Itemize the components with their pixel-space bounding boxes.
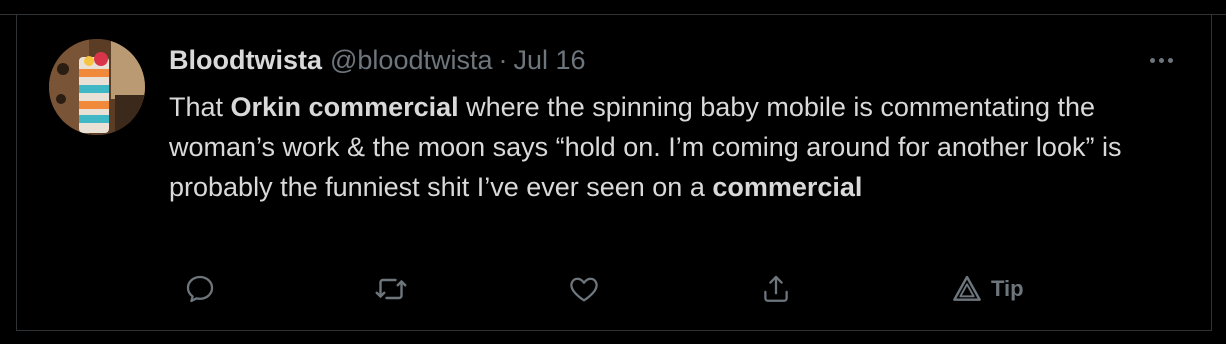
like-button[interactable] (567, 269, 601, 309)
tip-label: Tip (991, 276, 1024, 301)
more-dot (1158, 57, 1164, 63)
tweet-text-highlight: Orkin commercial (230, 92, 459, 122)
more-options-icon[interactable] (1143, 45, 1179, 75)
tweet-header: Bloodtwista @bloodtwista · Jul 16 (169, 42, 586, 78)
action-bar: Tip (169, 269, 1069, 309)
more-dot (1167, 57, 1173, 63)
tweet-text: That Orkin commercial where the spinning… (169, 87, 1189, 207)
tweet-text-highlight: commercial (712, 172, 863, 202)
share-icon (764, 275, 788, 302)
reply-button[interactable] (183, 269, 217, 309)
tweet-frame: Bloodtwista @bloodtwista · Jul 16 That O… (0, 0, 1226, 344)
avatar[interactable] (49, 39, 145, 135)
tweet-text-segment: That (169, 92, 231, 122)
more-dot (1149, 57, 1155, 63)
avatar-image (49, 39, 145, 135)
reply-icon (186, 275, 214, 303)
author-handle[interactable]: @bloodtwista (330, 45, 493, 76)
author-name[interactable]: Bloodtwista (169, 45, 322, 76)
retweet-button[interactable] (373, 269, 409, 309)
tweet-date[interactable]: Jul 16 (514, 45, 586, 76)
tweet-card[interactable]: Bloodtwista @bloodtwista · Jul 16 That O… (16, 15, 1212, 331)
header-separator: · (498, 44, 508, 75)
top-divider (0, 0, 1226, 15)
retweet-icon (375, 278, 407, 300)
bottom-strip (0, 331, 1226, 344)
share-button[interactable] (759, 269, 793, 309)
tip-icon (953, 275, 981, 301)
heart-icon (570, 277, 598, 302)
tip-button[interactable]: Tip (951, 269, 1024, 309)
